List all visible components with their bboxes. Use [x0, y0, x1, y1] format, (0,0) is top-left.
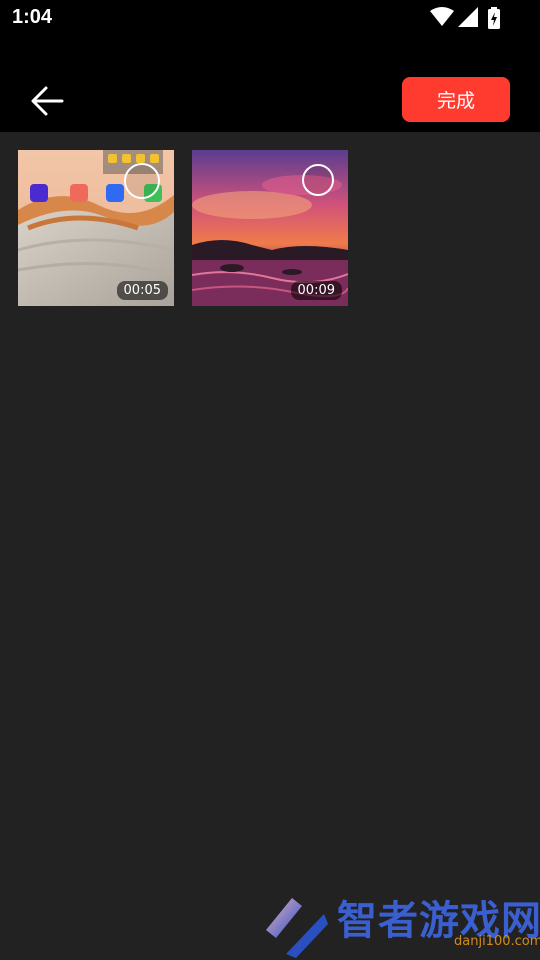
wifi-icon	[430, 7, 454, 26]
video-duration: 00:05	[116, 281, 168, 300]
watermark-subtitle: danji100.com	[454, 934, 540, 949]
battery-charging-icon	[488, 7, 500, 29]
media-grid: 00:05 00:09	[18, 150, 522, 310]
media-item[interactable]: 00:05	[18, 150, 174, 306]
status-bar: 1:04	[0, 0, 540, 36]
status-time: 1:04	[12, 6, 53, 28]
video-duration: 00:09	[290, 281, 342, 300]
cellular-signal-icon	[458, 7, 478, 27]
select-checkbox[interactable]	[302, 164, 334, 196]
watermark: 智者游戏网 danji100.com	[262, 892, 540, 960]
back-button[interactable]	[22, 76, 72, 126]
arrow-left-icon	[31, 86, 64, 116]
app-bar: 完成	[0, 36, 540, 132]
watermark-logo-icon	[266, 898, 328, 958]
media-item[interactable]: 00:09	[192, 150, 348, 306]
done-button[interactable]: 完成	[402, 77, 510, 122]
select-checkbox[interactable]	[124, 163, 160, 199]
